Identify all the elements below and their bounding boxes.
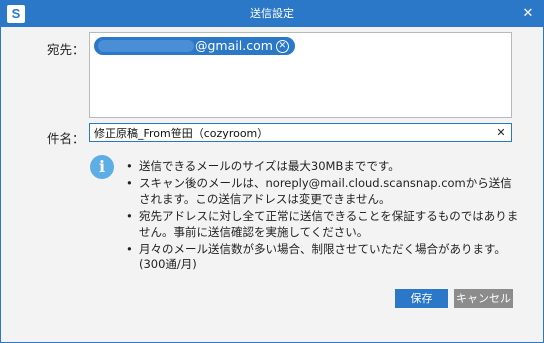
cancel-button[interactable]: キャンセル bbox=[454, 289, 513, 308]
to-field[interactable]: @gmail.com ✕ bbox=[89, 32, 512, 118]
subject-label: 件名： bbox=[47, 131, 85, 146]
recipient-domain: @gmail.com bbox=[195, 38, 273, 53]
note-item: 送信できるメールのサイズは最大30MBまでです。 bbox=[125, 158, 520, 175]
send-settings-dialog: S 送信設定 ✕ 宛先： @gmail.com ✕ 件名： ✕ i 送信できるメ… bbox=[0, 0, 544, 343]
subject-input[interactable] bbox=[94, 124, 489, 141]
masked-address-part bbox=[98, 40, 194, 52]
subject-field: ✕ bbox=[89, 123, 512, 142]
clear-subject-icon[interactable]: ✕ bbox=[495, 124, 507, 141]
remove-recipient-icon[interactable]: ✕ bbox=[275, 39, 289, 53]
dialog-title: 送信設定 bbox=[250, 7, 294, 20]
notes-list: 送信できるメールのサイズは最大30MBまでです。 スキャン後のメールは、nore… bbox=[125, 158, 520, 257]
recipient-chip[interactable]: @gmail.com ✕ bbox=[94, 37, 295, 55]
note-item: 宛先アドレスに対し全て正常に送信できることを保証するものではありません。事前に送… bbox=[125, 208, 520, 241]
close-button[interactable]: ✕ bbox=[517, 4, 539, 24]
save-button[interactable]: 保存 bbox=[395, 289, 448, 308]
info-icon: i bbox=[90, 155, 114, 179]
note-item: 月々のメール送信数が多い場合、制限させていただく場合があります。 bbox=[125, 241, 520, 258]
note-item: スキャン後のメールは、noreply@mail.cloud.scansnap.c… bbox=[125, 175, 520, 208]
note-limit-detail: (300通/月) bbox=[139, 257, 197, 271]
to-label: 宛先： bbox=[47, 42, 85, 57]
title-bar: S 送信設定 ✕ bbox=[1, 1, 543, 27]
